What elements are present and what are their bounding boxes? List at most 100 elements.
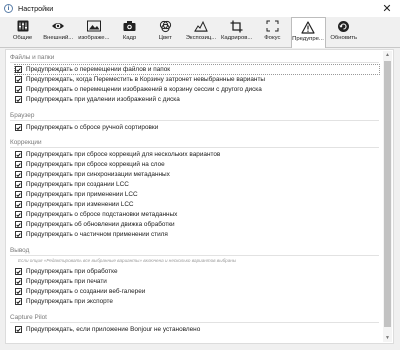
check-icon [16,97,21,102]
checkbox[interactable] [15,268,22,275]
tab-exposure[interactable]: Экспозиц... [183,17,218,47]
checkbox-row[interactable]: Предупреждать при создании LCC [15,180,129,189]
checkbox[interactable] [15,288,22,295]
tab-crop[interactable]: Кадриров... [219,17,254,47]
section-divider [10,62,379,63]
checkbox-label: Предупреждать при экспорте [26,298,113,305]
checkbox-row[interactable]: Предупреждать при применении LCC [15,190,138,199]
checkbox[interactable] [15,221,22,228]
checkbox-row[interactable]: Предупреждать о перемещении изображений … [15,85,262,94]
check-icon [16,67,21,72]
checkbox-row[interactable]: Предупреждать о сбросе подстановки метад… [15,210,177,219]
checkbox-row[interactable]: Предупреждать о перемещении файлов и пап… [14,64,380,75]
tab-label: Общие [12,35,33,41]
checkbox-row[interactable]: Предупреждать при удалении изображений с… [15,95,180,104]
checkbox[interactable] [15,76,22,83]
checkbox-row[interactable]: Предупреждать при сбросе коррекций для н… [15,150,220,159]
checkbox-row[interactable]: Предупреждать при изменении LCC [15,200,134,209]
check-icon [16,152,21,157]
section-divider [10,120,379,121]
check-icon [16,182,21,187]
check-icon [16,299,21,304]
checkbox-label: Предупреждать при синхронизации метаданн… [26,171,170,178]
section-divider [10,322,379,323]
tab-capture[interactable]: Кадр [112,17,147,47]
checkbox-row[interactable]: Предупреждать при синхронизации метаданн… [15,170,170,179]
section-header-files: Файлы и папки [10,54,55,61]
check-icon [16,232,21,237]
image-icon [86,19,101,33]
section-header-corrections: Коррекции [10,139,42,146]
checkbox[interactable] [15,96,22,103]
checkbox[interactable] [15,66,22,73]
checkbox-row[interactable]: Предупреждать об обновлении движка обраб… [15,220,175,229]
scroll-thumb[interactable] [384,61,391,327]
tab-label: Цвет [158,35,172,41]
check-icon [16,77,21,82]
checkbox[interactable] [15,191,22,198]
check-icon [16,125,21,130]
check-icon [16,192,21,197]
tab-general[interactable]: Общие [5,17,40,47]
checkbox-row[interactable]: Предупреждать при экспорте [15,297,113,306]
checkbox-row[interactable]: Предупреждать о создании веб-галереи [15,287,145,296]
section-divider [10,147,379,148]
checkbox-label: Предупреждать о сбросе ручной сортировки [26,124,159,131]
checkbox-label: Предупреждать о перемещении файлов и пап… [26,66,171,73]
checkbox-row[interactable]: Предупреждать, если приложение Bonjour н… [15,325,200,334]
checkbox-label: Предупреждать при удалении изображений с… [26,96,180,103]
checkbox[interactable] [15,181,22,188]
checkbox-label: Предупреждать при применении LCC [26,191,138,198]
checkbox-label: Предупреждать при создании LCC [26,181,129,188]
checkbox-label: Предупреждать при сбросе коррекций для н… [26,151,221,158]
check-icon [16,212,21,217]
tab-update[interactable]: Обновить [326,17,361,47]
checkbox[interactable] [15,201,22,208]
checkbox-row[interactable]: Предупреждать о сбросе ручной сортировки [15,123,158,132]
info-icon: i [4,4,13,13]
scroll-up-arrow-icon[interactable]: ▲ [383,51,392,59]
checkbox[interactable] [15,211,22,218]
checkbox-label: Предупреждать, когда Переместить в Корзи… [26,76,265,83]
settings-window: i Настройки ✕ Общие Внешний... изображе.… [0,0,400,350]
camera-icon [123,19,137,33]
scroll-down-arrow-icon[interactable]: ▼ [383,334,392,342]
section-header-capture-pilot: Capture Pilot [10,314,47,321]
checkbox-row[interactable]: Предупреждать при сбросе коррекций на сл… [15,160,165,169]
checkbox[interactable] [15,298,22,305]
checkbox[interactable] [15,161,22,168]
checkbox-label: Предупреждать о перемещении изображений … [26,86,262,93]
checkbox-row[interactable]: Предупреждать, когда Переместить в Корзи… [15,75,265,84]
checkbox-label: Предупреждать об обновлении движка обраб… [26,221,175,228]
tab-focus[interactable]: Фокус [255,17,290,47]
sliders-icon [16,19,30,33]
check-icon [16,279,21,284]
tab-warnings[interactable]: Предупре... [290,17,326,48]
tab-color[interactable]: Цвет [148,17,183,47]
warnings-panel: Файлы и папки Предупреждать о перемещени… [5,49,394,344]
section-header-browser: Браузер [10,112,35,119]
checkbox-label: Предупреждать о сбросе подстановки метад… [26,211,178,218]
tab-image[interactable]: изображе... [76,17,111,47]
checkbox-label: Предупреждать при печати [26,278,107,285]
close-button[interactable]: ✕ [374,0,400,17]
checkbox[interactable] [15,86,22,93]
checkbox-row[interactable]: Предупреждать о частичном применении сти… [15,230,168,239]
checkbox[interactable] [15,326,22,333]
checkbox[interactable] [15,278,22,285]
color-icon [158,19,172,33]
checkbox[interactable] [15,151,22,158]
checkbox[interactable] [15,171,22,178]
tab-appearance[interactable]: Внешний... [41,17,76,47]
tab-label: Предупре... [292,36,324,42]
checkbox-row[interactable]: Предупреждать при печати [15,277,107,286]
checkbox[interactable] [15,231,22,238]
checkbox-label: Предупреждать при сбросе коррекций на сл… [26,161,165,168]
checkbox-label: Предупреждать при изменении LCC [26,201,134,208]
tab-label: Кадриров... [220,35,253,41]
vertical-scrollbar[interactable]: ▲ ▼ [383,51,392,342]
tab-label: Кадр [122,35,137,41]
checkbox[interactable] [15,124,22,131]
window-title: Настройки [18,4,54,13]
checkbox-row[interactable]: Предупреждать при обработке [15,267,118,276]
